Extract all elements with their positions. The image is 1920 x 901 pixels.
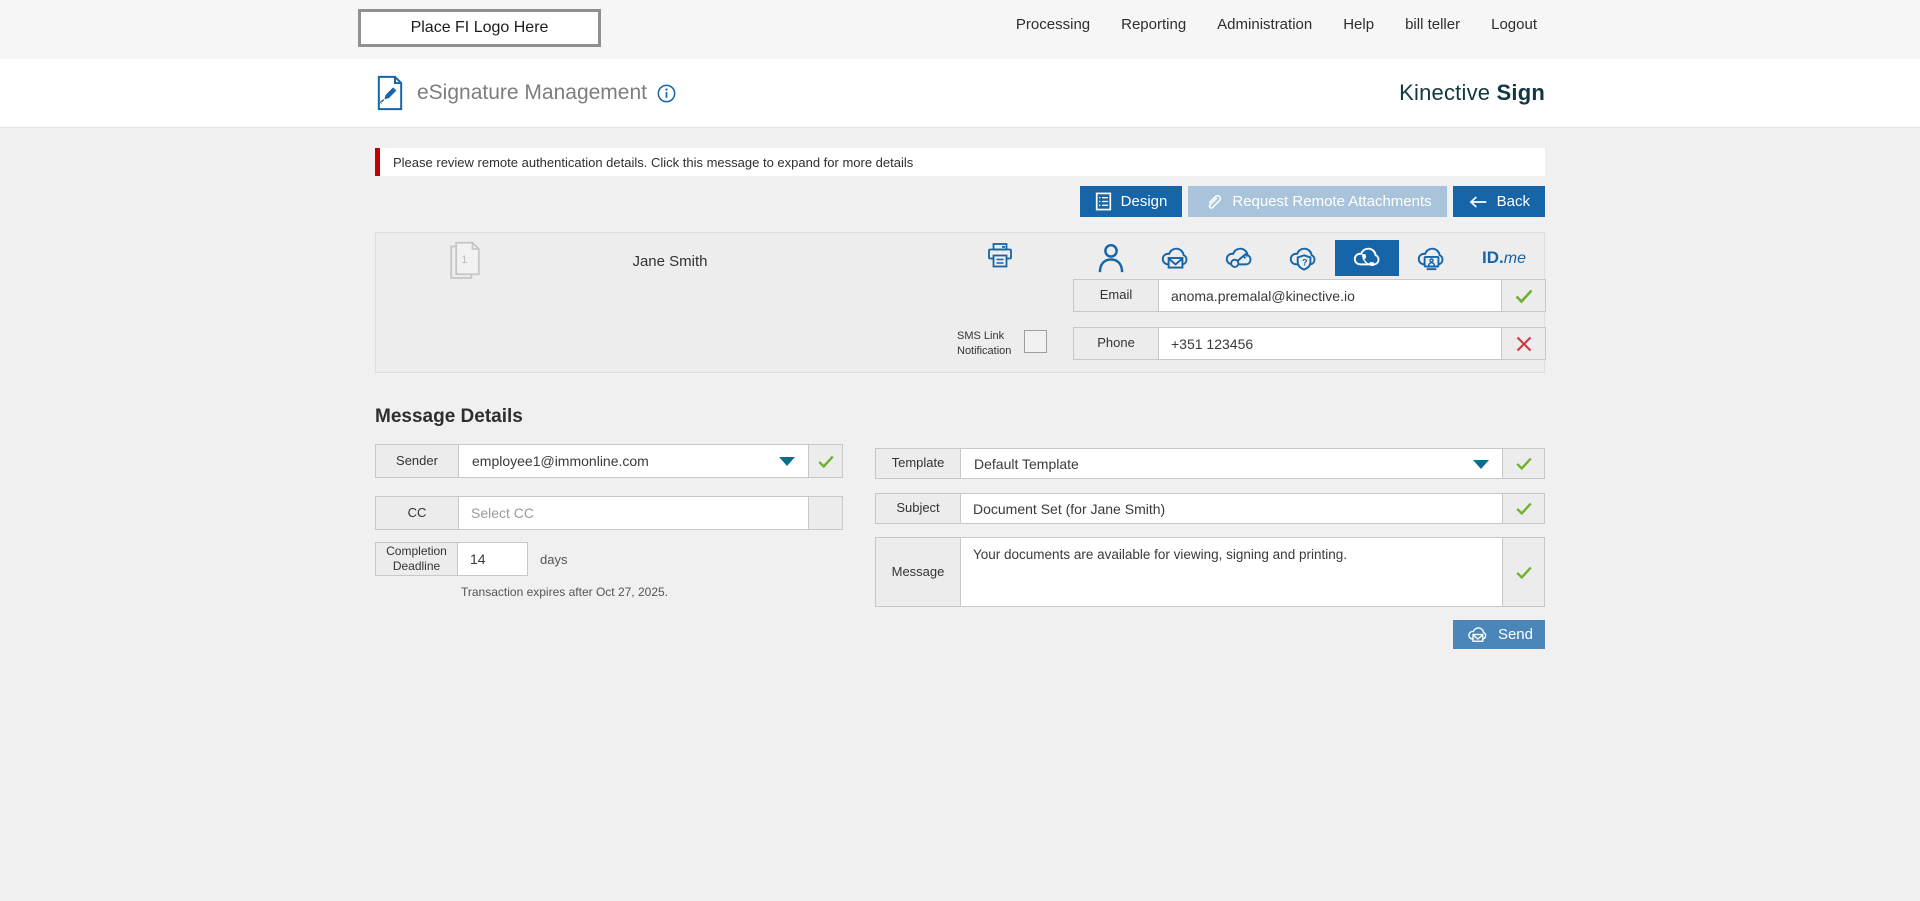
remote-auth-alert[interactable]: Please review remote authentication deta… — [375, 148, 1545, 176]
paperclip-icon — [1203, 192, 1223, 212]
authentication-methods: ? ID.me — [1079, 240, 1545, 276]
subject-field-group: Subject — [875, 493, 1545, 524]
auth-remote-phone-icon-selected[interactable] — [1335, 240, 1399, 276]
auth-remote-email-icon[interactable] — [1143, 240, 1207, 276]
back-button-label: Back — [1496, 193, 1530, 210]
email-valid-check-icon — [1502, 280, 1545, 311]
deadline-days-input[interactable] — [458, 543, 527, 575]
send-cloud-mail-icon — [1465, 624, 1490, 645]
send-button[interactable]: Send — [1452, 620, 1545, 649]
nav-user[interactable]: bill teller — [1405, 16, 1460, 33]
dropdown-arrow-icon — [1473, 459, 1489, 469]
main-nav: Processing Reporting Administration Help… — [1016, 0, 1537, 48]
sms-link-notification-label: SMS Link Notification — [957, 330, 1012, 358]
sender-field-group: Sender employee1@immonline.com — [375, 444, 843, 478]
auth-remote-security-question-icon[interactable]: ? — [1271, 240, 1335, 276]
cc-input[interactable] — [459, 497, 808, 529]
subject-input[interactable] — [961, 494, 1502, 523]
kinective-sign-logo: Kinective Sign — [1399, 80, 1545, 105]
email-label: Email — [1099, 287, 1133, 303]
send-button-label: Send — [1497, 626, 1533, 643]
auth-remote-video-icon[interactable] — [1399, 240, 1463, 276]
nav-logout[interactable]: Logout — [1491, 16, 1537, 33]
template-label: Template — [891, 455, 945, 471]
cc-status-cell — [809, 497, 842, 529]
cc-label: CC — [407, 504, 427, 520]
sender-dropdown[interactable]: employee1@immonline.com — [458, 445, 809, 477]
page-title: eSignature Management — [417, 81, 647, 104]
sender-valid-check-icon — [809, 445, 842, 477]
message-details-heading: Message Details — [375, 406, 523, 427]
alert-text: Please review remote authentication deta… — [393, 154, 914, 170]
document-stack-icon: 1 — [446, 239, 484, 283]
phone-input[interactable] — [1159, 328, 1501, 359]
sender-label: Sender — [396, 452, 438, 468]
completion-deadline-group: Completion Deadline — [375, 542, 528, 576]
message-label: Message — [891, 563, 945, 579]
top-bar: Place FI Logo Here Processing Reporting … — [0, 0, 1920, 59]
nav-processing[interactable]: Processing — [1016, 16, 1090, 33]
info-icon[interactable] — [657, 84, 676, 103]
recipient-card: 1 Jane Smith ? ID.me Email anoma.premala… — [375, 232, 1546, 373]
template-dropdown[interactable]: Default Template — [960, 449, 1503, 478]
template-field-group: Template Default Template — [875, 448, 1545, 479]
back-arrow-icon — [1468, 194, 1488, 210]
deadline-unit-label: days — [540, 551, 568, 567]
recipient-name: Jane Smith — [632, 253, 708, 270]
nav-administration[interactable]: Administration — [1217, 16, 1312, 33]
subject-label: Subject — [896, 500, 940, 516]
page-header: x eSignature Management Kinective Sign — [0, 59, 1920, 128]
printer-icon[interactable] — [986, 242, 1014, 269]
auth-remote-password-icon[interactable] — [1207, 240, 1271, 276]
phone-label: Phone — [1097, 335, 1135, 351]
request-remote-attachments-button[interactable]: Request Remote Attachments — [1188, 186, 1447, 217]
subject-valid-check-icon — [1503, 494, 1544, 523]
svg-text:?: ? — [1302, 257, 1308, 267]
cc-field-group: CC — [375, 496, 843, 530]
nav-help[interactable]: Help — [1343, 16, 1374, 33]
email-field-group: Email — [1073, 279, 1546, 312]
design-button[interactable]: Design — [1079, 186, 1183, 217]
esignature-document-icon: x — [375, 75, 405, 111]
sms-notification-checkbox[interactable] — [1024, 330, 1047, 353]
message-valid-check-icon — [1503, 538, 1544, 606]
fi-logo-placeholder: Place FI Logo Here — [358, 9, 601, 47]
request-button-label: Request Remote Attachments — [1232, 193, 1432, 210]
back-button[interactable]: Back — [1452, 186, 1545, 217]
fi-logo-text: Place FI Logo Here — [410, 19, 549, 36]
svg-text:1: 1 — [461, 254, 467, 266]
template-valid-check-icon — [1503, 449, 1544, 478]
message-field-group: Message Your documents are available for… — [875, 537, 1545, 607]
phone-field-group: Phone — [1073, 327, 1546, 360]
nav-reporting[interactable]: Reporting — [1121, 16, 1186, 33]
dropdown-arrow-icon — [779, 457, 795, 466]
message-textarea[interactable]: Your documents are available for viewing… — [961, 538, 1502, 606]
auth-idme-icon[interactable]: ID.me — [1463, 240, 1545, 276]
phone-invalid-x-icon — [1502, 328, 1545, 359]
expiry-note: Transaction expires after Oct 27, 2025. — [461, 585, 668, 599]
email-input[interactable] — [1159, 280, 1501, 311]
design-document-icon — [1095, 192, 1112, 211]
design-button-label: Design — [1120, 193, 1168, 210]
completion-deadline-label: Completion Deadline — [386, 544, 447, 573]
auth-in-person-icon[interactable] — [1079, 240, 1143, 276]
